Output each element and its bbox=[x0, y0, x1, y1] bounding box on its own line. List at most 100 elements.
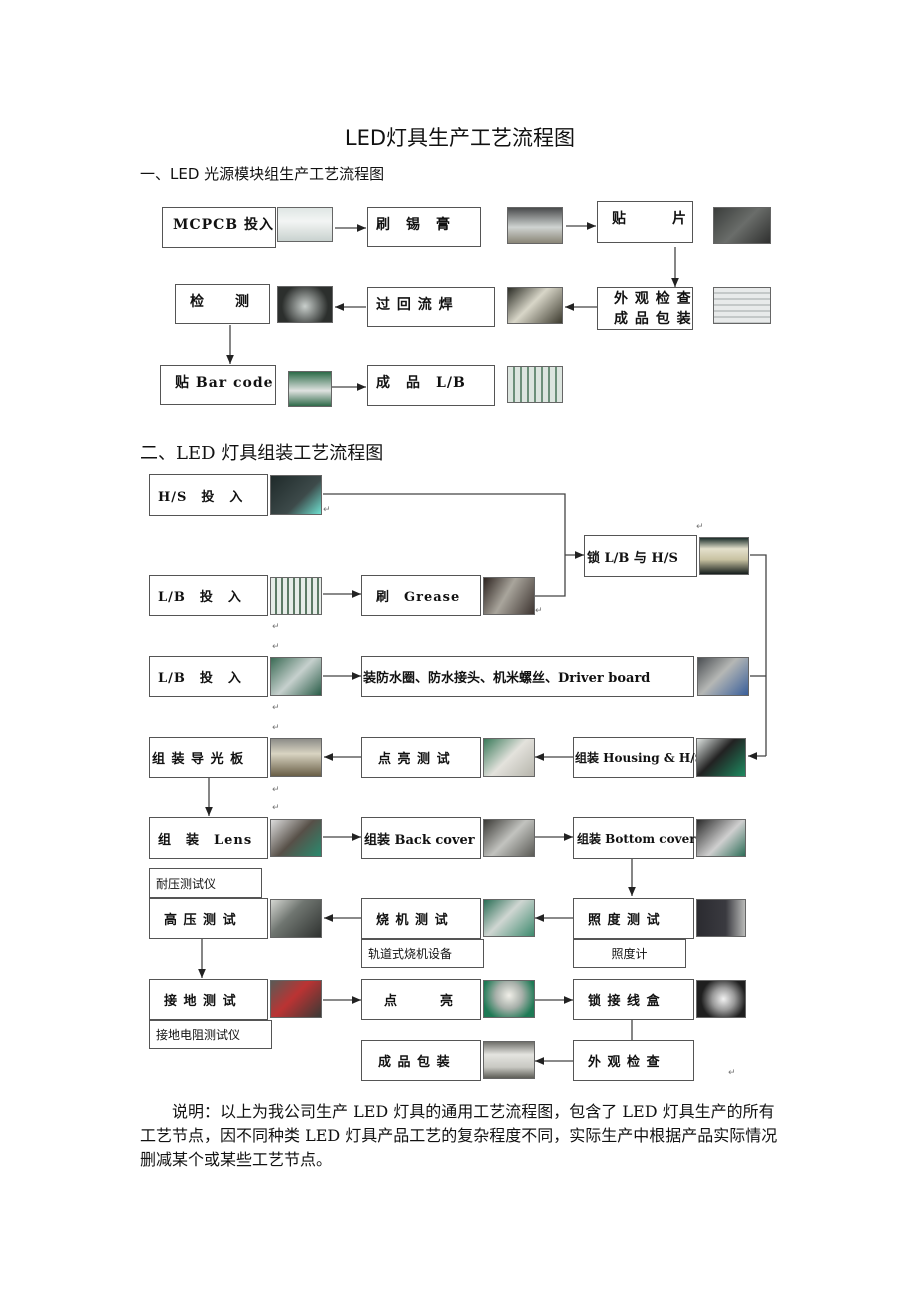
step-assemble-housing: 组装 Housing & H/S bbox=[573, 737, 703, 778]
photo-assemble-back-cover bbox=[483, 819, 535, 857]
step-hs-input: H/S 投 入 bbox=[149, 474, 268, 516]
photo-install-parts bbox=[697, 657, 749, 696]
section2-heading: 二、LED 灯具组装工艺流程图 bbox=[140, 443, 384, 464]
step-assemble-bottom-cover: 组装 Bottom cover bbox=[573, 817, 696, 859]
photo-hs-input bbox=[270, 475, 322, 515]
photo-hipot-test bbox=[270, 899, 322, 938]
step-label: 成 品 L/B bbox=[376, 375, 466, 391]
step-light-test: 点 亮 测 试 bbox=[361, 737, 481, 778]
photo-lock-lb-hs bbox=[699, 537, 749, 575]
step-label: L/B 投 入 bbox=[158, 671, 242, 686]
photo-assemble-lens bbox=[270, 819, 322, 857]
photo-inspect-pack bbox=[713, 287, 771, 324]
photo-light-test bbox=[483, 738, 535, 777]
pilcrow-mark: ↵ bbox=[728, 1068, 736, 1078]
step-label: 外 观 检 查 bbox=[588, 1055, 661, 1070]
step-label: 点 亮 测 试 bbox=[378, 752, 451, 767]
step-label: MCPCB 投入 bbox=[173, 217, 275, 233]
step-label: 贴 片 bbox=[612, 211, 687, 227]
step-visual-inspect: 外 观 检 查 bbox=[573, 1040, 694, 1081]
photo-lb-input-2 bbox=[270, 657, 322, 696]
step-solder-paste: 刷 锡 膏 bbox=[367, 207, 481, 247]
pilcrow-mark: ↵ bbox=[272, 803, 280, 813]
pilcrow-mark: ↵ bbox=[272, 785, 280, 795]
photo-light-up bbox=[483, 980, 535, 1018]
step-label: 烧 机 测 试 bbox=[376, 913, 449, 928]
photo-reflow bbox=[507, 287, 563, 324]
step-label: 检 测 bbox=[190, 294, 250, 310]
photo-assemble-housing bbox=[696, 738, 746, 777]
photo-light-guide bbox=[270, 738, 322, 777]
step-label: 锁 接 线 盒 bbox=[588, 994, 661, 1009]
pilcrow-mark: ↵ bbox=[323, 505, 331, 515]
step-junction-box: 锁 接 线 盒 bbox=[573, 979, 694, 1020]
step-burn-in-test: 烧 机 测 试 bbox=[361, 898, 481, 939]
step-ground-test: 接 地 测 试 bbox=[149, 979, 268, 1020]
photo-finished-lb bbox=[507, 366, 563, 403]
photo-placement bbox=[713, 207, 771, 244]
photo-illuminance-test bbox=[696, 899, 746, 937]
step-label: 点 亮 bbox=[384, 994, 455, 1009]
step-label-line2: 成 品 包 装 bbox=[614, 310, 692, 327]
equipment-burn-in-rack: 轨道式烧机设备 bbox=[361, 939, 484, 968]
step-lock-lb-hs: 锁 L/B 与 H/S bbox=[584, 535, 697, 577]
step-label: 高 压 测 试 bbox=[164, 913, 237, 928]
step-label: 贴 Bar code bbox=[175, 375, 274, 391]
step-illuminance-test: 照 度 测 试 bbox=[573, 898, 694, 939]
step-label: 接 地 测 试 bbox=[164, 994, 237, 1009]
step-label: 刷 Grease bbox=[376, 590, 461, 605]
pilcrow-mark: ↵ bbox=[535, 606, 543, 616]
step-label: 组装 Housing & H/S bbox=[575, 751, 704, 765]
pilcrow-mark: ↵ bbox=[272, 642, 280, 652]
step-label: 过 回 流 焊 bbox=[376, 297, 454, 313]
step-label: H/S 投 入 bbox=[158, 489, 244, 505]
step-label: 外 观 检 查 bbox=[614, 290, 692, 307]
pilcrow-mark: ↵ bbox=[272, 622, 280, 632]
step-hipot-test: 高 压 测 试 bbox=[149, 898, 268, 939]
step-lb-input-2: L/B 投 入 bbox=[149, 656, 268, 697]
line-grease-to-lock bbox=[534, 555, 566, 597]
step-label: 组装 Back cover bbox=[364, 832, 475, 848]
photo-mcpcb bbox=[277, 207, 333, 242]
step-assemble-back-cover: 组装 Back cover bbox=[361, 817, 481, 859]
step-label: 组 装 导 光 板 bbox=[152, 752, 245, 767]
step-label: 成 品 包 装 bbox=[378, 1055, 451, 1070]
step-finished-lb: 成 品 L/B bbox=[367, 365, 495, 406]
step-label: L/B 投 入 bbox=[158, 590, 242, 605]
equipment-lux-meter: 照度计 bbox=[573, 939, 686, 968]
line-hs-to-lock bbox=[323, 493, 566, 555]
equipment-ground-tester: 接地电阻测试仪 bbox=[149, 1020, 272, 1049]
photo-barcode bbox=[288, 371, 332, 407]
step-barcode: 贴 Bar code bbox=[160, 365, 276, 405]
step-assemble-lens: 组 装 Lens bbox=[149, 817, 268, 859]
equipment-hipot-tester: 耐压测试仪 bbox=[149, 868, 262, 898]
pilcrow-mark: ↵ bbox=[272, 703, 280, 713]
line-lock-down bbox=[750, 554, 767, 756]
pilcrow-mark: ↵ bbox=[272, 723, 280, 733]
photo-solder-paste bbox=[507, 207, 563, 244]
photo-junction-box bbox=[696, 980, 746, 1018]
step-label: 刷 锡 膏 bbox=[376, 217, 451, 233]
step-mcpcb-input: MCPCB 投入 bbox=[162, 207, 276, 248]
step-label: 照 度 测 试 bbox=[588, 913, 661, 928]
step-test: 检 测 bbox=[175, 284, 270, 324]
photo-assemble-bottom-cover bbox=[696, 819, 746, 857]
step-reflow: 过 回 流 焊 bbox=[367, 287, 495, 327]
step-label: 装防水圈、防水接头、机米螺丝、Driver board bbox=[363, 671, 651, 686]
photo-final-pack bbox=[483, 1041, 535, 1079]
step-install-parts: 装防水圈、防水接头、机米螺丝、Driver board bbox=[361, 656, 694, 697]
step-final-pack: 成 品 包 装 bbox=[361, 1040, 481, 1081]
photo-grease bbox=[483, 577, 535, 615]
step-label: 锁 L/B 与 H/S bbox=[587, 550, 678, 566]
photo-lb-input bbox=[270, 577, 322, 615]
step-light-guide: 组 装 导 光 板 bbox=[149, 737, 268, 778]
step-grease: 刷 Grease bbox=[361, 575, 481, 616]
photo-test bbox=[277, 286, 333, 323]
step-label: 组 装 Lens bbox=[158, 832, 253, 848]
description-paragraph: 说明：以上为我公司生产 LED 灯具的通用工艺流程图，包含了 LED 灯具生产的… bbox=[140, 1102, 778, 1169]
step-lb-input: L/B 投 入 bbox=[149, 575, 268, 616]
pilcrow-mark: ↵ bbox=[696, 522, 704, 532]
photo-burn-in-test bbox=[483, 899, 535, 937]
step-label: 组装 Bottom cover bbox=[577, 831, 696, 846]
step-inspect-pack: 外 观 检 查 成 品 包 装 bbox=[597, 287, 693, 330]
